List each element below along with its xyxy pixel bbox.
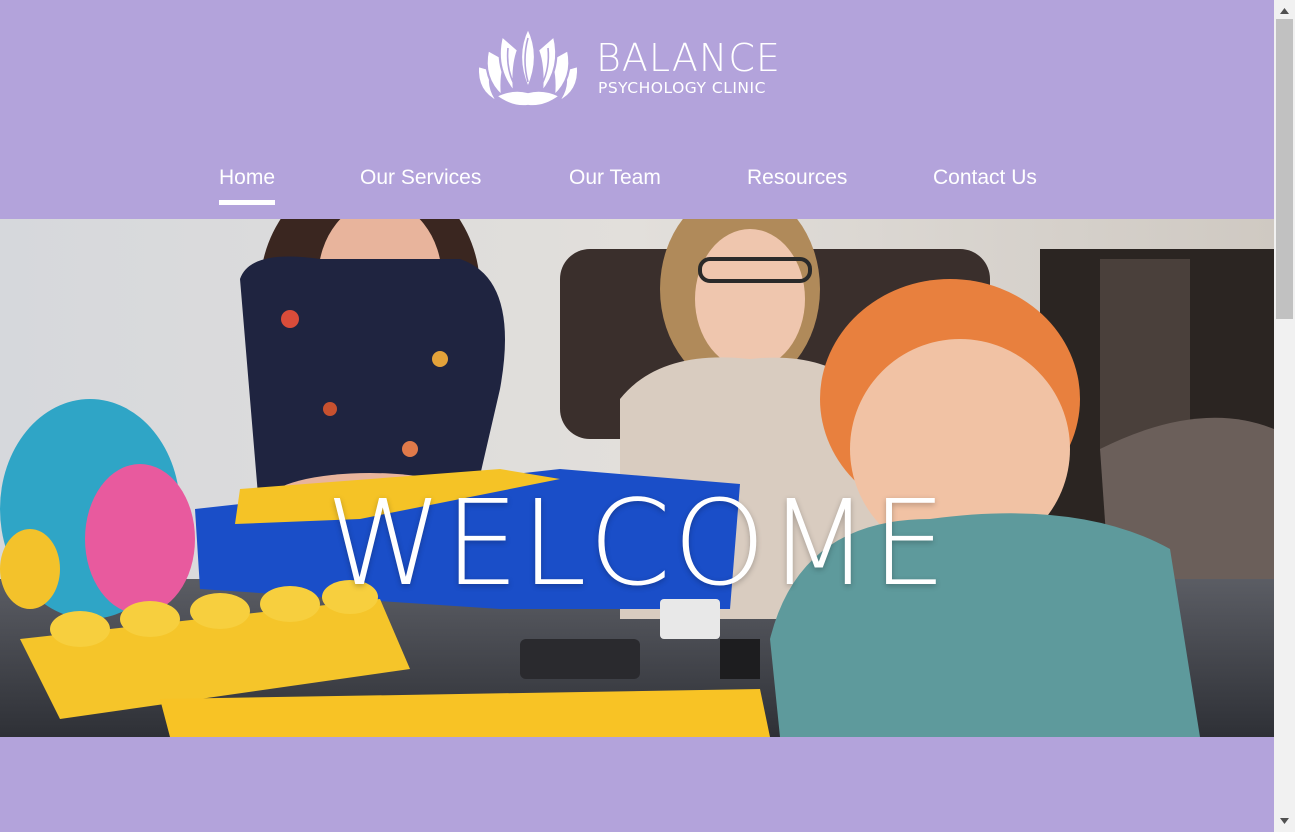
hero-title: WELCOME <box>325 474 949 613</box>
nav-item-contact-us[interactable]: Contact Us <box>933 160 1037 196</box>
brand-name: BALANCE <box>596 36 781 80</box>
scroll-up-arrow-icon[interactable] <box>1274 2 1295 19</box>
main-nav: Home Our Services Our Team Resources Con… <box>0 160 1274 210</box>
nav-item-our-team[interactable]: Our Team <box>569 160 661 196</box>
nav-item-home[interactable]: Home <box>219 160 276 205</box>
page-scrollbar[interactable] <box>1274 0 1295 832</box>
logo-text: BALANCE PSYCHOLOGY CLINIC <box>596 39 781 97</box>
site-logo[interactable]: BALANCE PSYCHOLOGY CLINIC <box>474 26 804 110</box>
page: BALANCE PSYCHOLOGY CLINIC Home Our Servi… <box>0 0 1274 832</box>
nav-item-resources[interactable]: Resources <box>747 160 847 196</box>
scroll-down-arrow-icon[interactable] <box>1274 812 1295 829</box>
hero-banner: WELCOME <box>0 219 1274 737</box>
lotus-icon <box>476 26 580 108</box>
scroll-thumb[interactable] <box>1276 19 1293 319</box>
nav-item-our-services[interactable]: Our Services <box>360 160 481 196</box>
site-header: BALANCE PSYCHOLOGY CLINIC Home Our Servi… <box>0 0 1274 219</box>
brand-tagline: PSYCHOLOGY CLINIC <box>598 79 766 97</box>
